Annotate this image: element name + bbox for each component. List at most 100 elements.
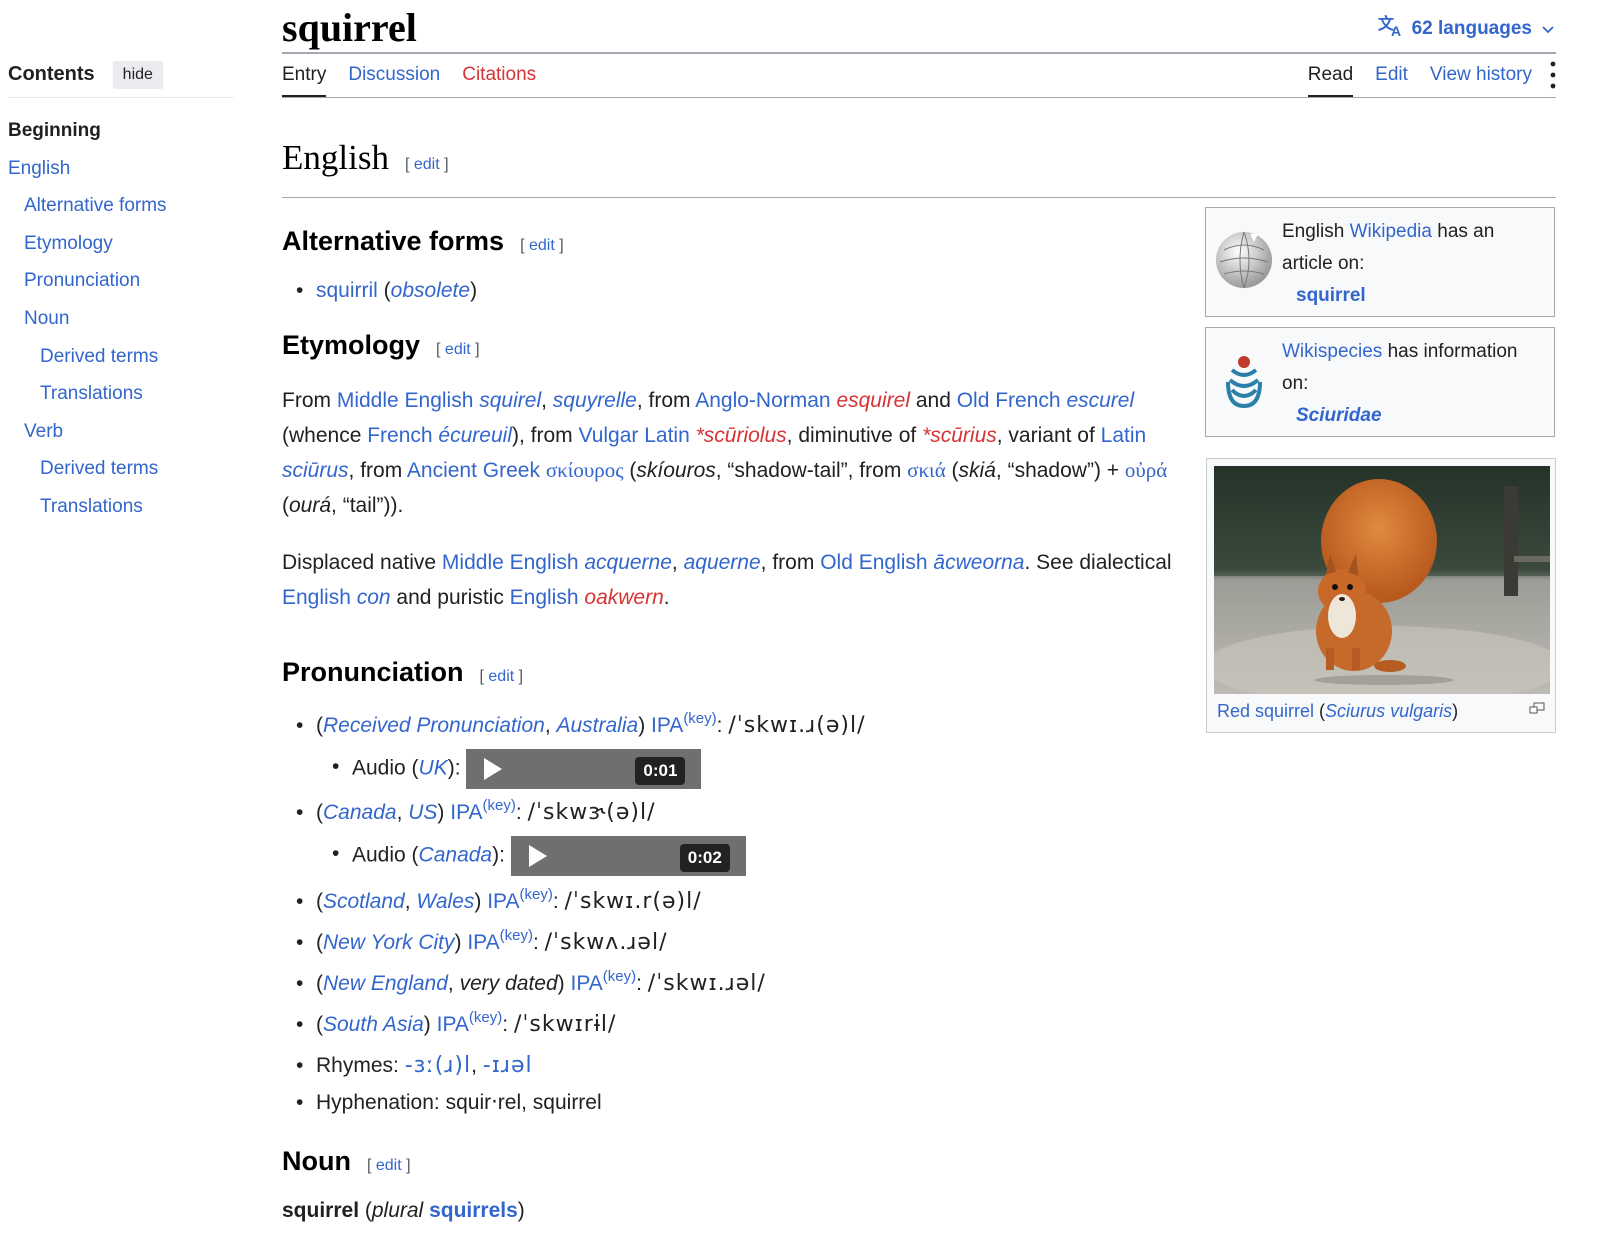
toc-item-alternative-forms[interactable]: Alternative forms — [8, 187, 234, 225]
wikipedia-link[interactable]: Wikipedia — [1350, 221, 1432, 242]
link[interactable]: Old French — [957, 389, 1061, 412]
toc-item-etymology[interactable]: Etymology — [8, 225, 234, 263]
ipa-link[interactable]: IPA — [467, 931, 499, 954]
link[interactable]: New York City — [323, 931, 455, 954]
key-link[interactable]: (key) — [469, 1009, 502, 1026]
redlink[interactable]: esquirel — [836, 389, 910, 412]
toc-item-noun[interactable]: Noun — [8, 300, 234, 338]
link[interactable]: English — [282, 586, 351, 609]
toc-item-verb[interactable]: Verb — [8, 413, 234, 451]
tab-entry[interactable]: Entry — [282, 64, 327, 98]
toc-hide-button[interactable]: hide — [112, 60, 163, 89]
translate-icon: 文A — [1378, 14, 1404, 44]
link[interactable]: Received Pronunciation — [323, 714, 545, 737]
key-link[interactable]: (key) — [603, 968, 636, 985]
image-thumbnail: Red squirrel (Sciurus vulgaris) — [1206, 458, 1556, 733]
rhyme-link[interactable]: -ɪɹəl — [483, 1053, 533, 1078]
ipa-link[interactable]: IPA — [570, 972, 602, 995]
link[interactable]: South Asia — [323, 1013, 424, 1036]
ipa-link[interactable]: IPA — [651, 714, 683, 737]
link[interactable]: New England — [323, 972, 448, 995]
rhyme-link[interactable]: -ɜː(ɹ)l — [405, 1053, 471, 1078]
toc-item-translations[interactable]: Translations — [8, 375, 234, 413]
link[interactable]: Vulgar Latin — [578, 424, 689, 447]
link[interactable]: Canada — [419, 844, 493, 867]
enlarge-icon[interactable] — [1529, 701, 1545, 719]
red-squirrel-photo[interactable] — [1214, 466, 1550, 694]
tab-discussion[interactable]: Discussion — [348, 64, 440, 98]
link[interactable]: Ancient Greek — [407, 459, 540, 482]
redlink[interactable]: *scūriolus — [696, 424, 787, 447]
ipa-link[interactable]: IPA — [487, 890, 519, 913]
caption-sci-link[interactable]: Sciurus vulgaris — [1325, 701, 1452, 721]
play-icon[interactable] — [484, 758, 503, 780]
toc-item-derived-terms[interactable]: Derived terms — [8, 338, 234, 376]
toc-item-english[interactable]: English — [8, 150, 234, 188]
link[interactable]: ācweorna — [933, 551, 1024, 574]
toc-item-beginning[interactable]: Beginning — [8, 112, 234, 150]
alt-form-link[interactable]: squirril — [316, 279, 378, 302]
link[interactable]: sciūrus — [282, 459, 349, 482]
link[interactable]: UK — [419, 757, 448, 780]
edit-link[interactable]: edit — [445, 341, 471, 358]
etymology-paragraph-2: Displaced native Middle English acquerne… — [282, 551, 1172, 609]
link[interactable]: US — [408, 801, 437, 824]
audio-list: Audio (UK): 0:01 — [316, 749, 1182, 789]
link[interactable]: Old English — [820, 551, 927, 574]
link[interactable]: Canada — [323, 801, 397, 824]
edit-link[interactable]: edit — [376, 1157, 402, 1174]
wikipedia-article-link[interactable]: squirrel — [1296, 285, 1366, 306]
edit-section-etymology: [ edit ] — [436, 341, 480, 358]
key-link[interactable]: (key) — [683, 710, 716, 727]
link[interactable]: σκιά — [907, 458, 946, 482]
caption-link[interactable]: Red squirrel — [1217, 701, 1314, 721]
link[interactable]: Wales — [416, 890, 474, 913]
wikispecies-link[interactable]: Wikispecies — [1282, 341, 1382, 362]
link[interactable]: Anglo-Norman — [695, 389, 830, 412]
audio-player[interactable]: 0:01 — [466, 749, 702, 789]
link[interactable]: Middle English — [337, 389, 474, 412]
link[interactable]: con — [357, 586, 391, 609]
wikipedia-box-text: English Wikipedia has an article on: — [1282, 221, 1495, 274]
link[interactable]: escurel — [1066, 389, 1134, 412]
wikispecies-article-link[interactable]: Sciuridae — [1296, 405, 1382, 426]
key-link[interactable]: (key) — [520, 886, 553, 903]
toc-item-derived-terms[interactable]: Derived terms — [8, 450, 234, 488]
audio-player[interactable]: 0:02 — [510, 836, 746, 876]
tab-citations[interactable]: Citations — [462, 64, 536, 98]
ipa-link[interactable]: IPA — [450, 801, 482, 824]
key-link[interactable]: (key) — [500, 927, 533, 944]
link[interactable]: οὐρά — [1125, 458, 1167, 482]
link[interactable]: σκίουρος — [546, 458, 624, 482]
link[interactable]: English — [510, 586, 579, 609]
more-options-icon[interactable] — [1550, 60, 1556, 95]
edit-link[interactable]: edit — [488, 668, 514, 685]
tab-read[interactable]: Read — [1307, 64, 1354, 98]
link[interactable]: Australia — [556, 714, 638, 737]
link[interactable]: Latin — [1101, 424, 1147, 447]
edit-link[interactable]: edit — [529, 237, 555, 254]
link[interactable]: squirel — [479, 389, 541, 412]
link[interactable]: Scotland — [323, 890, 405, 913]
toc-item-translations[interactable]: Translations — [8, 488, 234, 526]
play-icon[interactable] — [528, 845, 547, 867]
audio-item-canada: Audio (Canada): 0:02 — [316, 836, 1182, 876]
ipa-link[interactable]: IPA — [437, 1013, 469, 1036]
link[interactable]: Middle English — [442, 551, 579, 574]
languages-button[interactable]: 文A 62 languages — [1378, 14, 1554, 44]
link[interactable]: squyrelle — [553, 389, 637, 412]
redlink[interactable]: *scūrius — [922, 424, 997, 447]
link[interactable]: écureuil — [438, 424, 512, 447]
link[interactable]: French — [367, 424, 432, 447]
key-link[interactable]: (key) — [483, 797, 516, 814]
tab-view-history[interactable]: View history — [1430, 64, 1532, 98]
edit-link[interactable]: edit — [414, 156, 440, 173]
link[interactable]: aquerne — [684, 551, 761, 574]
qualifier-link[interactable]: obsolete — [391, 279, 470, 302]
plural-link[interactable]: squirrels — [429, 1199, 518, 1222]
tab-edit[interactable]: Edit — [1375, 64, 1408, 98]
redlink[interactable]: oakwern — [584, 586, 663, 609]
toc-item-pronunciation[interactable]: Pronunciation — [8, 262, 234, 300]
audio-list: Audio (Canada): 0:02 — [316, 836, 1182, 876]
link[interactable]: acquerne — [584, 551, 672, 574]
